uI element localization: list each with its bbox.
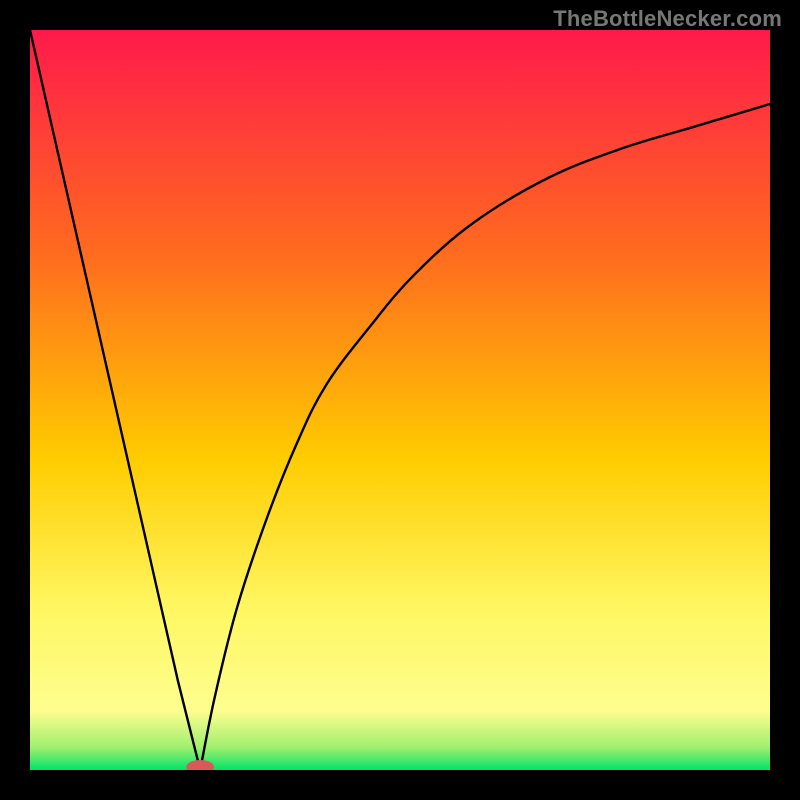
gradient-background (30, 30, 770, 770)
watermark-text: TheBottleNecker.com (553, 6, 782, 32)
chart-frame: TheBottleNecker.com (0, 0, 800, 800)
chart-plot (30, 30, 770, 770)
